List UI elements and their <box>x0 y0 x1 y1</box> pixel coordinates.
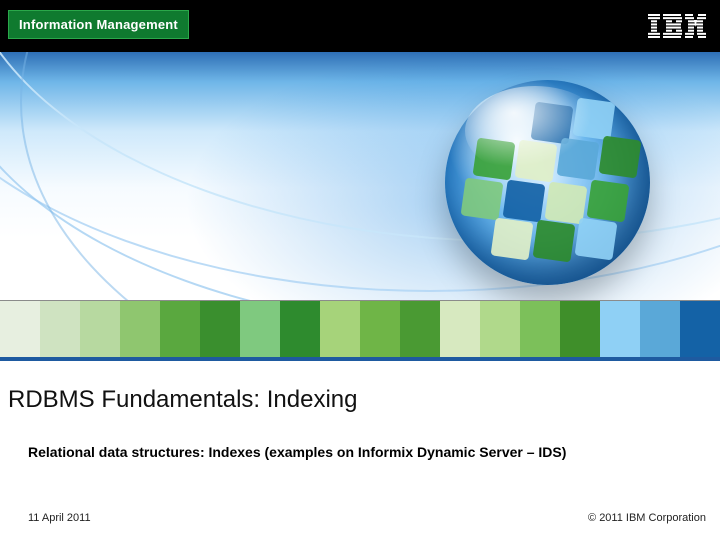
mosaic-cell <box>680 301 720 357</box>
top-bar: Information Management <box>0 0 720 52</box>
mosaic-cell <box>400 301 440 357</box>
page-title: RDBMS Fundamentals: Indexing <box>8 386 358 414</box>
mosaic-band <box>0 300 720 361</box>
mosaic-cell <box>160 301 200 357</box>
mosaic-cell <box>0 301 40 357</box>
mosaic-cell <box>80 301 120 357</box>
hero-graphic <box>0 52 720 300</box>
mosaic-cell <box>480 301 520 357</box>
mosaic-cell <box>240 301 280 357</box>
mosaic-cell <box>640 301 680 357</box>
slide-date: 11 April 2011 <box>28 512 91 524</box>
ibm-logo <box>648 14 706 38</box>
mosaic-cell <box>200 301 240 357</box>
mosaic-row <box>0 301 720 357</box>
globe-sheen <box>465 86 605 176</box>
page-subtitle: Relational data structures: Indexes (exa… <box>28 444 566 460</box>
mosaic-cell <box>320 301 360 357</box>
mosaic-cell <box>360 301 400 357</box>
accent-bar <box>0 357 720 361</box>
mosaic-cell <box>600 301 640 357</box>
mosaic-cell <box>40 301 80 357</box>
mosaic-cell <box>280 301 320 357</box>
slide-root: Information Management <box>0 0 720 540</box>
mosaic-cell <box>440 301 480 357</box>
mosaic-cell <box>560 301 600 357</box>
product-badge: Information Management <box>8 10 189 39</box>
copyright-text: © 2011 IBM Corporation <box>588 512 706 524</box>
globe-graphic <box>445 80 650 285</box>
mosaic-cell <box>520 301 560 357</box>
mosaic-cell <box>120 301 160 357</box>
